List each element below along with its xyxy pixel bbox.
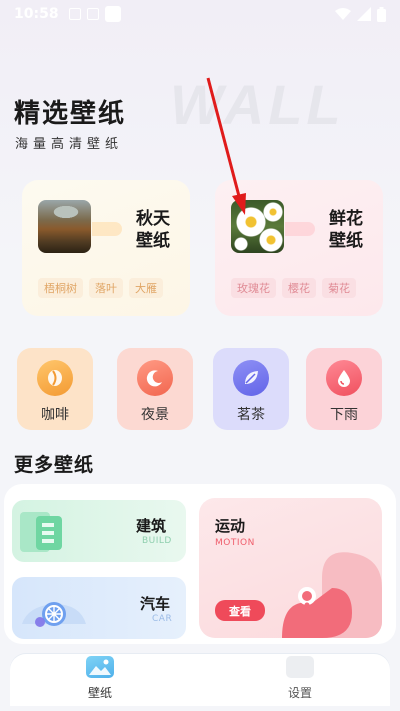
autumn-thumbnail	[38, 200, 91, 253]
tag[interactable]: 玫瑰花	[231, 278, 276, 298]
building-icon	[20, 512, 62, 552]
category-tea[interactable]: 茗茶	[213, 348, 289, 430]
nav-tab-settings[interactable]: 设置	[270, 656, 330, 701]
build-card-subtitle: BUILD	[142, 536, 172, 546]
motion-card-subtitle: MOTION	[215, 538, 255, 548]
flower-wallpaper-card[interactable]: 鲜花壁纸 玫瑰花 樱花 菊花	[215, 180, 383, 316]
autumn-wallpaper-card[interactable]: 秋天壁纸 梧桐树 落叶 大雁	[22, 180, 190, 316]
tag[interactable]: 樱花	[282, 278, 316, 298]
autumn-tags: 梧桐树 落叶 大雁	[38, 278, 163, 298]
square-notification-icon	[104, 6, 121, 22]
watermark-text: WALL	[170, 73, 345, 136]
category-night[interactable]: 夜景	[117, 348, 193, 430]
nav-tab-wallpaper[interactable]: 壁纸	[70, 656, 130, 701]
signal-icon	[357, 7, 371, 21]
build-card-title: 建筑	[136, 517, 167, 535]
fitness-illustration	[282, 552, 382, 638]
tag[interactable]: 梧桐树	[38, 278, 83, 298]
settings-icon	[286, 656, 314, 678]
thumbnail-shadow	[92, 222, 122, 236]
page-subtitle: 海量高清壁纸	[15, 137, 124, 152]
status-time: 10:58	[14, 6, 59, 22]
nav-label: 壁纸	[87, 686, 112, 700]
gallery-notification-icon	[68, 8, 81, 20]
flower-thumbnail	[231, 200, 284, 253]
car-card-subtitle: CAR	[152, 614, 173, 624]
category-label: 茗茶	[237, 407, 265, 423]
raindrop-icon	[326, 360, 362, 396]
status-bar: 10:58	[0, 0, 400, 28]
tag[interactable]: 大雁	[129, 278, 163, 298]
bottom-nav: 壁纸 设置	[10, 654, 390, 706]
leaf-icon	[233, 360, 269, 396]
category-label: 咖啡	[41, 407, 69, 423]
category-label: 下雨	[330, 407, 358, 423]
more-section-title: 更多壁纸	[14, 454, 95, 476]
category-rain[interactable]: 下雨	[306, 348, 382, 430]
category-coffee[interactable]: 咖啡	[17, 348, 93, 430]
autumn-card-title: 秋天壁纸	[136, 209, 170, 251]
flower-tags: 玫瑰花 樱花 菊花	[231, 278, 356, 298]
image-icon	[86, 656, 114, 678]
battery-icon	[377, 6, 386, 22]
category-label: 夜景	[141, 407, 169, 423]
car-wheel-icon	[22, 602, 86, 627]
nav-label: 设置	[287, 686, 312, 700]
coffee-bean-icon	[37, 360, 73, 396]
tag[interactable]: 菊花	[322, 278, 356, 298]
motion-card-title: 运动	[215, 517, 246, 535]
thumbnail-shadow	[285, 222, 315, 236]
view-button[interactable]: 查看	[215, 600, 265, 621]
car-card-title: 汽车	[140, 595, 171, 613]
page-title: 精选壁纸	[14, 99, 127, 129]
tag[interactable]: 落叶	[89, 278, 123, 298]
app-notification-icon	[86, 8, 99, 20]
moon-icon	[137, 360, 173, 396]
wifi-icon	[335, 8, 351, 20]
flower-card-title: 鲜花壁纸	[329, 209, 363, 251]
